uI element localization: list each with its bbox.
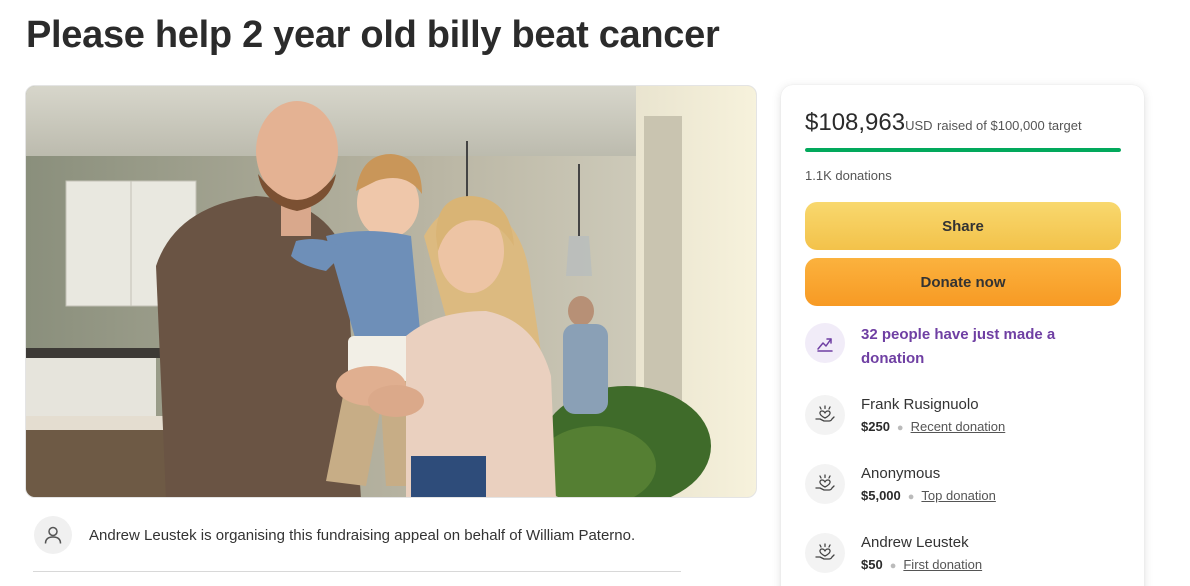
share-button[interactable]: Share bbox=[805, 202, 1121, 250]
person-icon bbox=[34, 516, 72, 554]
heart-hand-icon bbox=[805, 395, 845, 435]
raised-currency: USD bbox=[905, 118, 933, 133]
donation-item: Frank Rusignuolo $250 ● Recent donation bbox=[805, 395, 1125, 438]
first-donation-link[interactable]: First donation bbox=[903, 557, 982, 572]
separator-dot: ● bbox=[896, 422, 904, 434]
donor-name: Anonymous bbox=[861, 465, 941, 482]
top-donation-link[interactable]: Top donation bbox=[921, 488, 995, 503]
activity-text: 32 people have just made a donation bbox=[861, 326, 1056, 367]
separator-dot: ● bbox=[889, 560, 897, 572]
organiser-info: Andrew Leustek is organising this fundra… bbox=[34, 514, 684, 556]
progress-fill bbox=[805, 148, 1121, 152]
divider bbox=[33, 571, 681, 572]
donor-name: Andrew Leustek bbox=[861, 534, 969, 551]
campaign-photo[interactable] bbox=[25, 85, 757, 498]
donations-count: 1.1K donations bbox=[805, 168, 892, 183]
donor-amount: $50 bbox=[861, 557, 883, 572]
raised-amount: $108,963 bbox=[805, 109, 906, 136]
donor-amount: $5,000 bbox=[861, 488, 901, 503]
donation-item: Anonymous $5,000 ● Top donation bbox=[805, 464, 1125, 507]
trending-up-icon bbox=[805, 323, 845, 363]
page-title: Please help 2 year old billy beat cancer bbox=[26, 14, 720, 56]
donate-now-button[interactable]: Donate now bbox=[805, 258, 1121, 306]
progress-bar bbox=[805, 148, 1121, 152]
donation-sidebar: $108,963USD raised of $100,000 target 1.… bbox=[781, 85, 1144, 586]
amount-raised: $108,963USD raised of $100,000 target bbox=[805, 109, 1082, 137]
organiser-text: Andrew Leustek is organising this fundra… bbox=[89, 526, 636, 544]
recent-donation-link[interactable]: Recent donation bbox=[911, 419, 1006, 434]
donor-amount: $250 bbox=[861, 419, 890, 434]
raised-target: raised of $100,000 target bbox=[937, 118, 1082, 133]
donor-name: Frank Rusignuolo bbox=[861, 396, 979, 413]
separator-dot: ● bbox=[907, 491, 915, 503]
heart-hand-icon bbox=[805, 533, 845, 573]
heart-hand-icon bbox=[805, 464, 845, 504]
recent-activity: 32 people have just made a donation bbox=[805, 323, 1125, 371]
donation-item: Andrew Leustek $50 ● First donation bbox=[805, 533, 1125, 576]
